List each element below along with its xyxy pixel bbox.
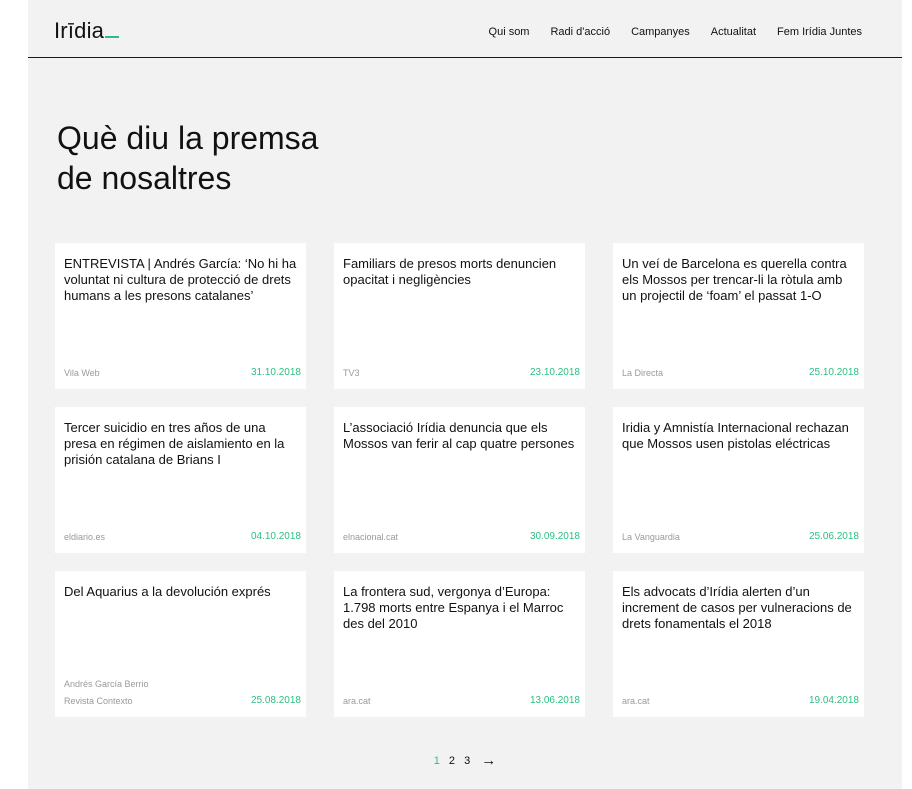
article-title[interactable]: Tercer suicidio en tres años de una pres… — [64, 420, 298, 468]
article-card[interactable]: L’associació Irídia denuncia que els Mos… — [334, 407, 585, 553]
article-title[interactable]: Del Aquarius a la devolución exprés — [64, 584, 298, 600]
article-date: 23.10.2018 — [529, 367, 580, 378]
article-date: 25.10.2018 — [808, 367, 859, 378]
article-date: 25.06.2018 — [808, 531, 859, 542]
page-container: Irīdia Qui som Radi d'acció Campanyes Ac… — [28, 0, 902, 789]
article-source: La Directa — [622, 368, 664, 378]
article-source: ara.cat — [343, 696, 371, 706]
article-title[interactable]: Familiars de presos morts denuncien opac… — [343, 256, 577, 288]
article-title[interactable]: Iridia y Amnistía Internacional rechazan… — [622, 420, 856, 452]
nav-item-radi-accio[interactable]: Radi d'acció — [550, 26, 610, 38]
page-title-line-2: de nosaltres — [57, 160, 232, 196]
article-date: 19.04.2018 — [808, 695, 859, 706]
main-nav: Qui som Radi d'acció Campanyes Actualita… — [489, 26, 862, 38]
nav-item-qui-som[interactable]: Qui som — [489, 26, 530, 38]
article-card[interactable]: Tercer suicidio en tres años de una pres… — [55, 407, 306, 553]
logo-underline-mark — [105, 36, 120, 38]
article-title[interactable]: Els advocats d’Irídia alerten d’un incre… — [622, 584, 856, 632]
article-card[interactable]: ENTREVISTA | Andrés García: ‘No hi ha vo… — [55, 243, 306, 389]
article-card[interactable]: Iridia y Amnistía Internacional rechazan… — [613, 407, 864, 553]
article-card[interactable]: Del Aquarius a la devolución exprés Andr… — [55, 571, 306, 717]
article-card[interactable]: Familiars de presos morts denuncien opac… — [334, 243, 585, 389]
article-date: 04.10.2018 — [250, 531, 301, 542]
next-page-arrow-icon[interactable]: → — [481, 752, 496, 769]
article-card[interactable]: Un veí de Barcelona es querella contra e… — [613, 243, 864, 389]
article-date: 13.06.2018 — [529, 695, 580, 706]
article-title[interactable]: Un veí de Barcelona es querella contra e… — [622, 256, 856, 304]
logo-text: Irīdia — [54, 18, 105, 43]
page-title: Què diu la premsa de nosaltres — [57, 118, 457, 198]
site-logo[interactable]: Irīdia — [54, 18, 120, 44]
nav-item-actualitat[interactable]: Actualitat — [711, 26, 756, 38]
site-header: Irīdia Qui som Radi d'acció Campanyes Ac… — [28, 0, 902, 58]
page-title-line-1: Què diu la premsa — [57, 120, 319, 156]
article-source: elnacional.cat — [343, 532, 399, 542]
article-date: 30.09.2018 — [529, 531, 580, 542]
article-source: La Vanguardia — [622, 532, 680, 542]
article-source: eldiario.es — [64, 532, 106, 542]
page-link-3[interactable]: 3 — [464, 755, 470, 767]
article-source: Vila Web — [64, 368, 100, 378]
nav-item-fem-iridia-juntes[interactable]: Fem Irídia Juntes — [777, 26, 862, 38]
page-link-1[interactable]: 1 — [434, 755, 440, 767]
page-link-2[interactable]: 2 — [449, 755, 455, 767]
article-title[interactable]: La frontera sud, vergonya d’Europa: 1.79… — [343, 584, 577, 632]
article-source: ara.cat — [622, 696, 650, 706]
article-source: Revista Contexto — [64, 696, 133, 706]
article-title[interactable]: L’associació Irídia denuncia que els Mos… — [343, 420, 577, 452]
article-date: 31.10.2018 — [250, 367, 301, 378]
article-author: Andrés García Berrio — [64, 679, 149, 689]
press-articles-grid: ENTREVISTA | Andrés García: ‘No hi ha vo… — [55, 243, 864, 717]
article-title[interactable]: ENTREVISTA | Andrés García: ‘No hi ha vo… — [64, 256, 298, 304]
article-card[interactable]: La frontera sud, vergonya d’Europa: 1.79… — [334, 571, 585, 717]
article-card[interactable]: Els advocats d’Irídia alerten d’un incre… — [613, 571, 864, 717]
article-date: 25.08.2018 — [250, 695, 301, 706]
article-source: TV3 — [343, 368, 360, 378]
nav-item-campanyes[interactable]: Campanyes — [631, 26, 690, 38]
pagination: 1 2 3 → — [28, 752, 902, 769]
